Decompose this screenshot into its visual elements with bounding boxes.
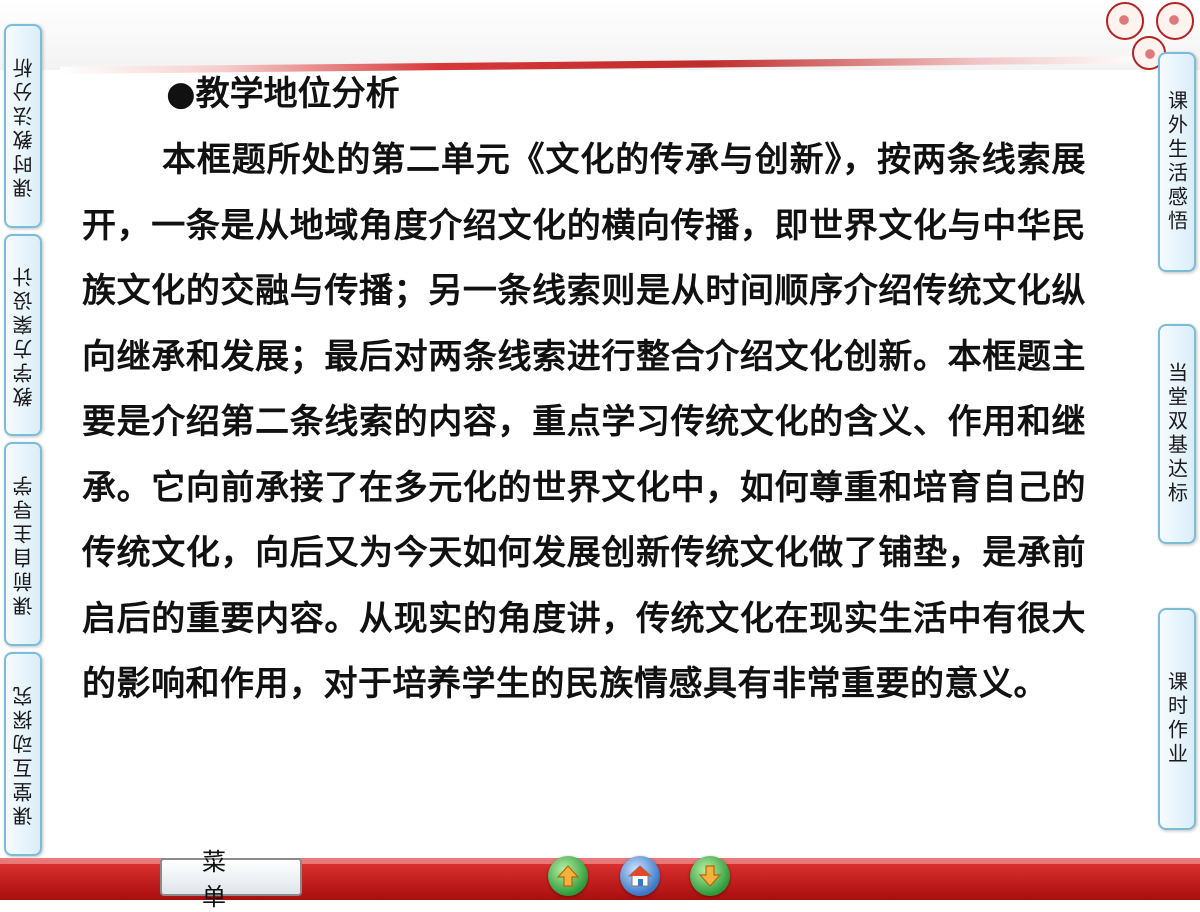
nav-tab-lesson-analysis[interactable]: 课时教法分析 (4, 24, 42, 228)
nav-tab-label: 课时教法分析 (11, 54, 36, 198)
nav-tab-label: 课堂互动探究 (11, 682, 36, 826)
nav-tab-label: 课时作业 (1164, 671, 1189, 767)
nav-tab-label: 当堂双基达标 (1164, 362, 1189, 506)
previous-page-button[interactable] (548, 856, 588, 896)
nav-tab-label: 教学方案设计 (11, 263, 36, 407)
menu-button[interactable]: 菜单 (160, 848, 302, 911)
down-arrow-icon (698, 865, 722, 887)
nav-tab-teaching-plan[interactable]: 教学方案设计 (4, 234, 42, 436)
nav-tab-in-class-check[interactable]: 当堂双基达标 (1158, 324, 1196, 544)
nav-tab-extracurricular[interactable]: 课外生活感悟 (1158, 52, 1196, 272)
up-arrow-icon (556, 865, 580, 887)
nav-tab-homework[interactable]: 课时作业 (1158, 608, 1196, 830)
nav-tab-class-interaction[interactable]: 课堂互动探究 (4, 652, 42, 856)
nav-tab-pre-class-study[interactable]: 课前自主导学 (4, 442, 42, 646)
section-heading: ●教学地位分析 (166, 74, 400, 114)
seal-logo (1156, 2, 1194, 40)
home-button[interactable] (620, 856, 660, 896)
body-paragraph: 本框题所处的第二单元《文化的传承与创新》，按两条线索展开，一条是从地域角度介绍文… (82, 140, 1086, 704)
nav-tab-label: 课前自主导学 (11, 472, 36, 616)
seal-logo (1106, 2, 1144, 40)
next-page-button[interactable] (690, 856, 730, 896)
nav-tab-label: 课外生活感悟 (1164, 90, 1189, 234)
home-icon (627, 865, 653, 887)
